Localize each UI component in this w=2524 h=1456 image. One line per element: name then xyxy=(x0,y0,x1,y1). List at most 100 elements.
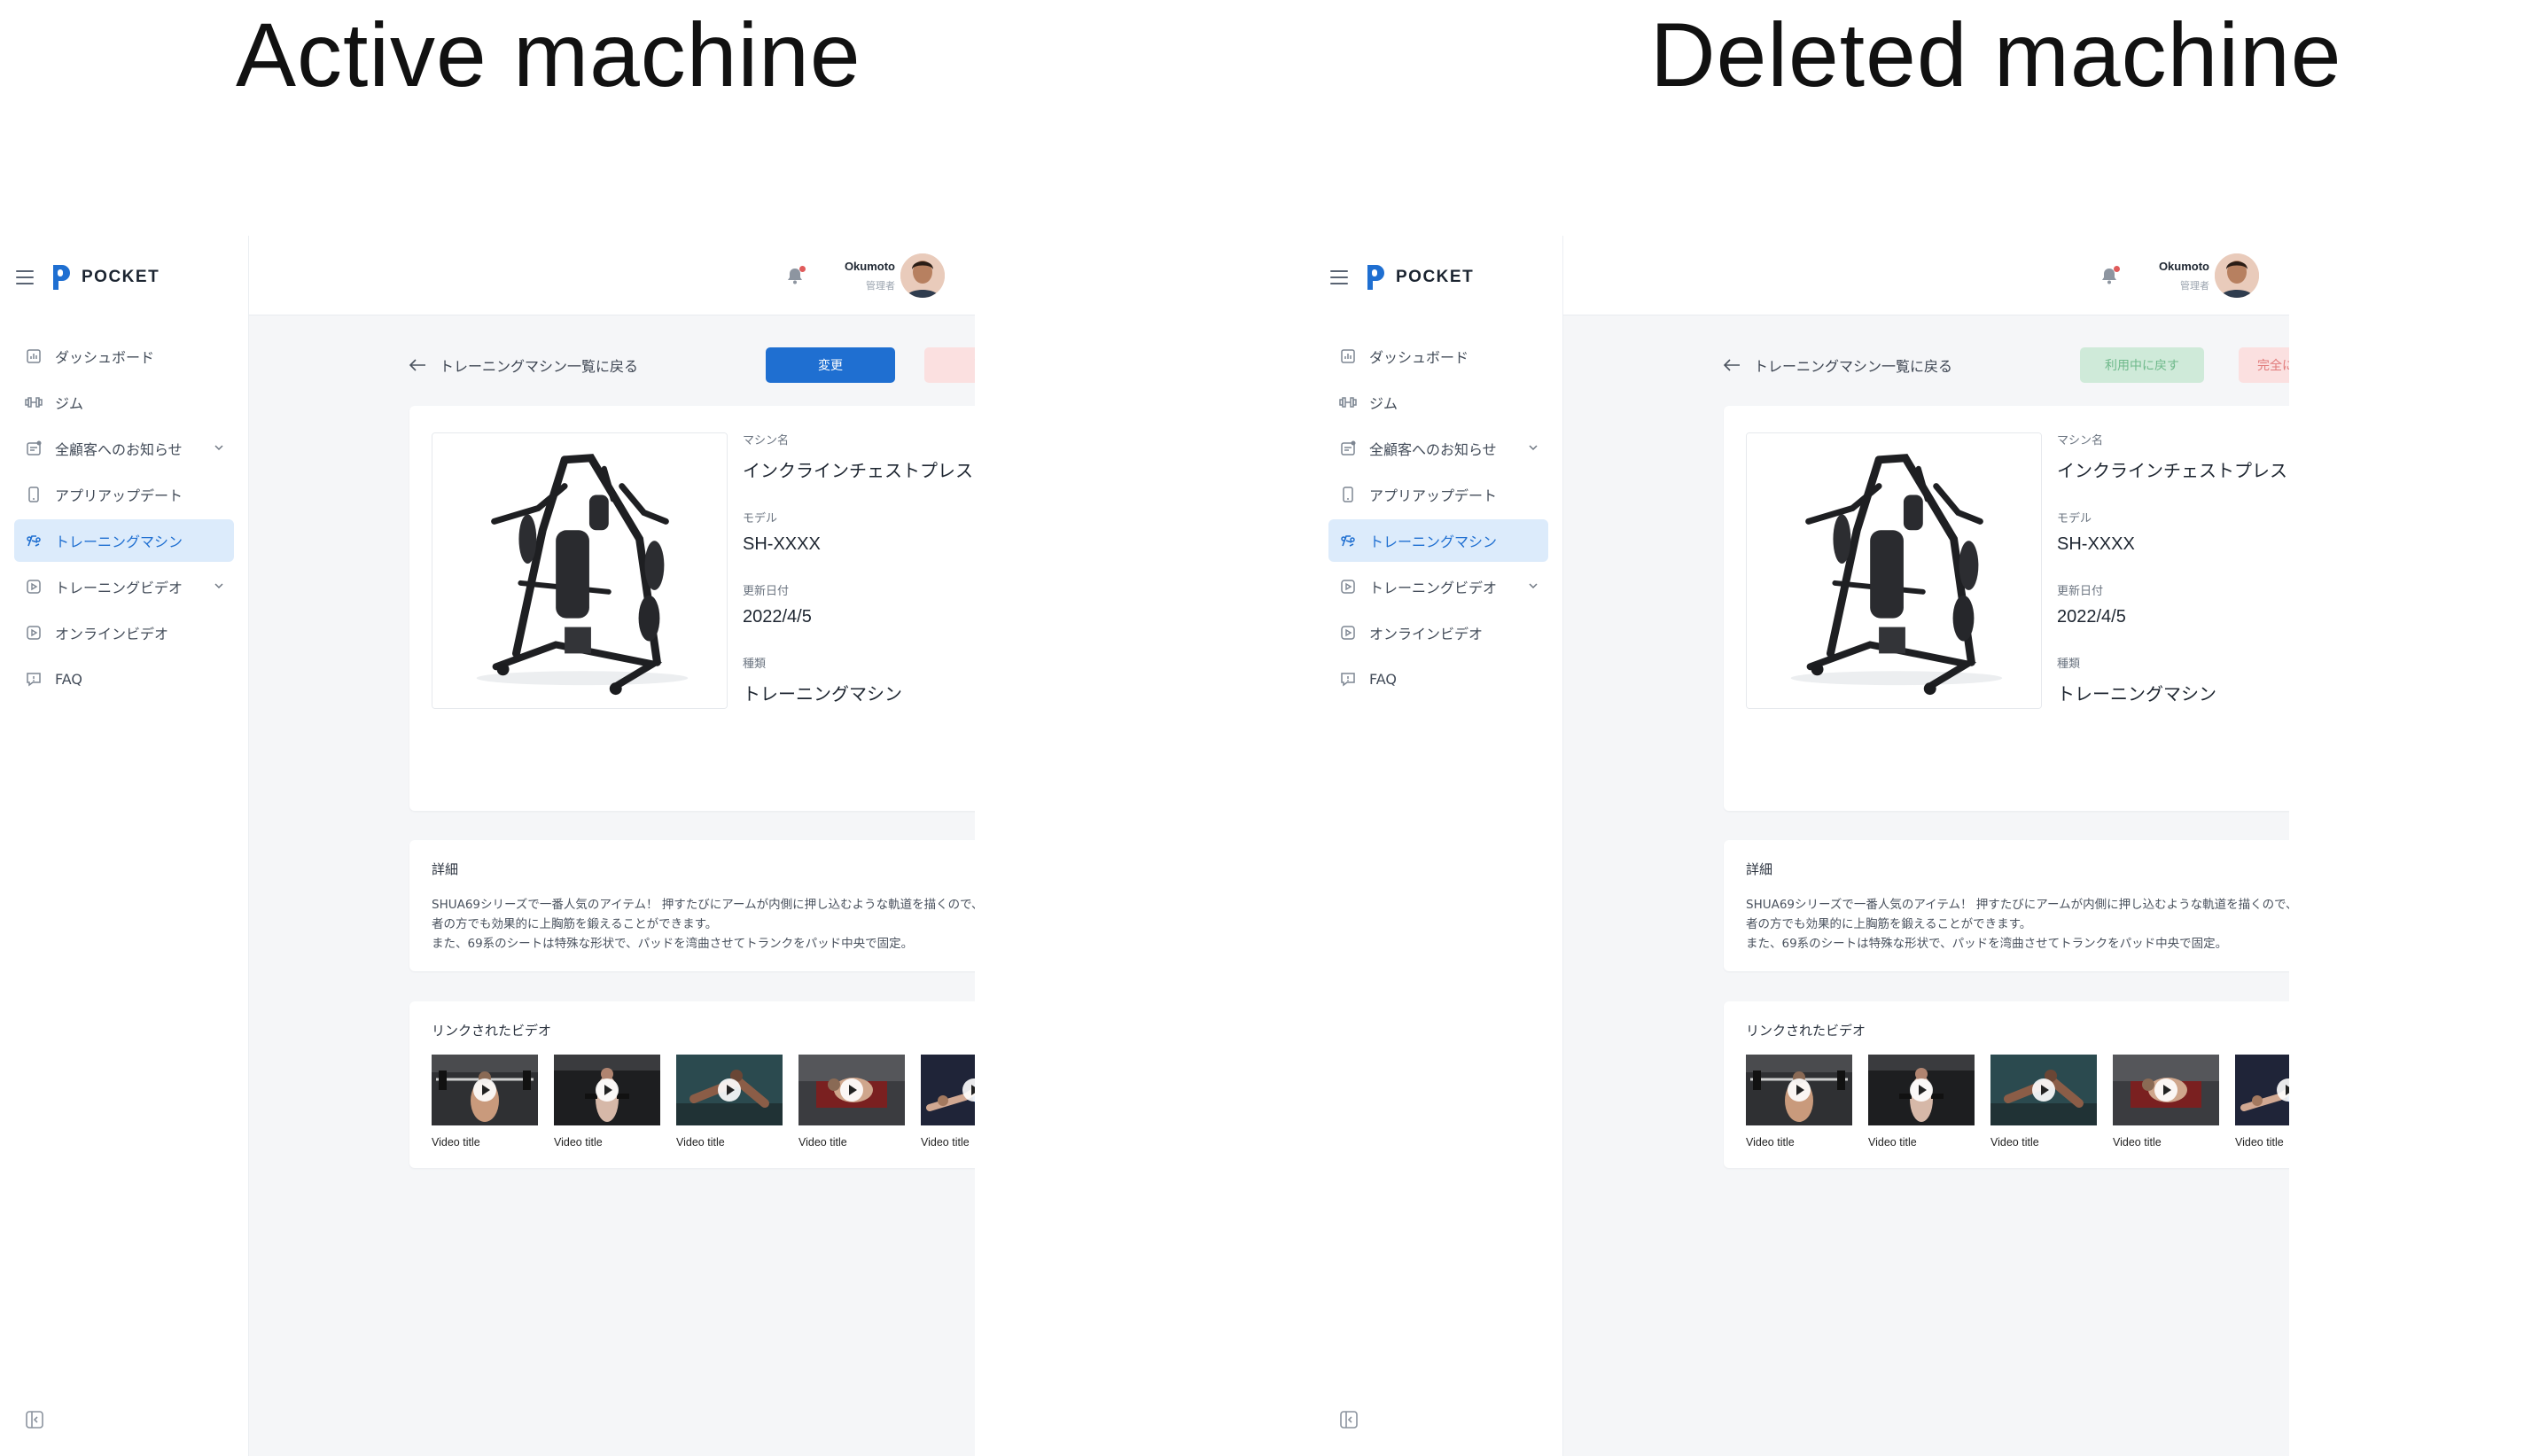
video-thumbnail[interactable] xyxy=(921,1055,975,1125)
sidebar-item-gym[interactable]: ジム xyxy=(1328,381,1548,424)
play-icon[interactable] xyxy=(1788,1078,1811,1102)
sidebar-item-faq[interactable]: FAQ xyxy=(1328,658,1548,700)
sidebar-item-faq[interactable]: FAQ xyxy=(14,658,234,700)
sidebar-item-label: トレーニングビデオ xyxy=(55,580,183,596)
play-icon[interactable] xyxy=(2032,1078,2055,1102)
edit-button[interactable]: 変更 xyxy=(766,347,895,383)
sidebar-item-announcement[interactable]: 全顧客へのお知らせ xyxy=(14,427,234,470)
detail-line: SHUA69シリーズで一番人気のアイテム！ 押すたびにアームが内側に押し込むよう… xyxy=(1746,898,2289,912)
video-thumbnail[interactable] xyxy=(676,1055,783,1125)
video-thumbnail[interactable] xyxy=(554,1055,660,1125)
sidebar-item-machine[interactable]: トレーニングマシン xyxy=(14,519,234,562)
sidebar-item-machine[interactable]: トレーニングマシン xyxy=(1328,519,1548,562)
machine-icon xyxy=(1339,532,1357,549)
play-icon[interactable] xyxy=(2154,1078,2177,1102)
linked-videos-title: リンクされたビデオ xyxy=(1746,1023,1866,1039)
arrow-left-icon xyxy=(1723,359,1740,371)
chevron-down-icon[interactable] xyxy=(1527,580,1539,592)
play-icon[interactable] xyxy=(473,1078,496,1102)
deleted-machine-screen: POCKET ダッシュボード ジム 全顧客へのお知らせ アプリアップデート トレーニング… xyxy=(1314,236,2289,1456)
chevron-down-icon[interactable] xyxy=(1527,441,1539,454)
video-title: Video title xyxy=(1868,1136,1917,1148)
detail-text: SHUA69シリーズで一番人気のアイテム！ 押すたびにアームが内側に押し込むよう… xyxy=(432,895,975,954)
video-item[interactable]: Video title xyxy=(1990,1055,2097,1148)
video-item[interactable]: Video title xyxy=(921,1055,975,1148)
video-thumbnail[interactable] xyxy=(2235,1055,2289,1125)
updated-date-label: 更新日付 xyxy=(2057,585,2104,598)
sidebar-item-phone[interactable]: アプリアップデート xyxy=(14,473,234,516)
video-thumbnail[interactable] xyxy=(1990,1055,2097,1125)
announcement-icon xyxy=(25,440,43,457)
play-icon[interactable] xyxy=(840,1078,863,1102)
video-item[interactable]: Video title xyxy=(432,1055,538,1148)
collapse-sidebar-icon[interactable] xyxy=(25,1410,44,1429)
video-thumbnail[interactable] xyxy=(2113,1055,2219,1125)
user-info[interactable]: Okumoto 管理者 xyxy=(845,260,895,292)
active-machine-screen: POCKET ダッシュボード ジム 全顧客へのお知らせ アプリアップデート トレーニング… xyxy=(0,236,975,1456)
play-icon[interactable] xyxy=(1910,1078,1933,1102)
video-item[interactable]: Video title xyxy=(798,1055,905,1148)
sidebar-item-dashboard[interactable]: ダッシュボード xyxy=(1328,335,1548,378)
sidebar-item-online-video[interactable]: オンラインビデオ xyxy=(1328,611,1548,654)
sidebar-item-label: ジム xyxy=(1369,395,1398,412)
sidebar-item-phone[interactable]: アプリアップデート xyxy=(1328,473,1548,516)
restore-button[interactable]: 利用中に戻す xyxy=(2080,347,2204,383)
video-icon xyxy=(25,578,43,596)
sidebar-item-video[interactable]: トレーニングビデオ xyxy=(14,565,234,608)
video-item[interactable]: Video title xyxy=(1746,1055,1852,1148)
delete-button[interactable]: 削除 xyxy=(924,347,975,383)
delete-permanently-button[interactable]: 完全に削除する xyxy=(2239,347,2289,383)
video-thumbnail[interactable] xyxy=(1746,1055,1852,1125)
play-icon[interactable] xyxy=(718,1078,741,1102)
machine-info-card: マシン名 インクラインチェストプレス モデル SH-XXXX 更新日付 2022… xyxy=(409,406,975,811)
video-title: Video title xyxy=(432,1136,480,1148)
linked-videos-card: リンクされたビデオ Video title Video title Video ti… xyxy=(1724,1001,2289,1168)
user-name: Okumoto xyxy=(844,260,895,273)
video-icon xyxy=(1339,578,1357,596)
updated-date-value: 2022/4/5 xyxy=(2057,607,2126,627)
detail-line: また、69系のシートは特殊な形状で、パッドを湾曲させてトランクをパッド中央で固定… xyxy=(432,937,914,951)
back-to-list-link[interactable]: トレーニングマシン一覧に戻る xyxy=(1722,354,1952,376)
video-title: Video title xyxy=(676,1136,725,1148)
sidebar-item-gym[interactable]: ジム xyxy=(14,381,234,424)
brand: POCKET xyxy=(1330,262,1474,292)
sidebar-item-label: アプリアップデート xyxy=(55,487,183,504)
detail-line: また、69系のシートは特殊な形状で、パッドを湾曲させてトランクをパッド中央で固定… xyxy=(1746,937,2228,951)
video-item[interactable]: Video title xyxy=(676,1055,783,1148)
notification-bell-icon[interactable] xyxy=(2099,266,2120,285)
dashboard-icon xyxy=(25,347,43,365)
sidebar-item-online-video[interactable]: オンラインビデオ xyxy=(14,611,234,654)
play-icon[interactable] xyxy=(596,1078,619,1102)
sidebar-item-dashboard[interactable]: ダッシュボード xyxy=(14,335,234,378)
video-item[interactable]: Video title xyxy=(2113,1055,2219,1148)
sidebar-item-announcement[interactable]: 全顧客へのお知らせ xyxy=(1328,427,1548,470)
video-item[interactable]: Video title xyxy=(1868,1055,1975,1148)
model-value: SH-XXXX xyxy=(2057,534,2135,554)
menu-icon[interactable] xyxy=(16,270,34,284)
notification-badge xyxy=(799,266,806,272)
linked-videos-title: リンクされたビデオ xyxy=(432,1023,552,1039)
collapse-sidebar-icon[interactable] xyxy=(1339,1410,1359,1429)
video-item[interactable]: Video title xyxy=(554,1055,660,1148)
avatar[interactable] xyxy=(900,253,945,298)
video-thumbnail[interactable] xyxy=(432,1055,538,1125)
user-info[interactable]: Okumoto 管理者 xyxy=(2159,260,2209,292)
avatar[interactable] xyxy=(2215,253,2259,298)
sidebar-item-label: トレーニングマシン xyxy=(55,533,183,550)
menu-icon[interactable] xyxy=(1330,270,1348,284)
notification-bell-icon[interactable] xyxy=(785,266,806,285)
notification-badge xyxy=(2114,266,2120,272)
chevron-down-icon[interactable] xyxy=(213,441,225,454)
machine-name-label: マシン名 xyxy=(2057,434,2104,448)
sidebar-nav: ダッシュボード ジム 全顧客へのお知らせアプリアップデート トレーニングマシン トレーニ… xyxy=(14,335,234,704)
video-thumbnail[interactable] xyxy=(1868,1055,1975,1125)
video-thumbnail[interactable] xyxy=(798,1055,905,1125)
chevron-down-icon[interactable] xyxy=(213,580,225,592)
video-item[interactable]: Video title xyxy=(2235,1055,2289,1148)
back-to-list-link[interactable]: トレーニングマシン一覧に戻る xyxy=(408,354,638,376)
sidebar-item-video[interactable]: トレーニングビデオ xyxy=(1328,565,1548,608)
type-value: トレーニングマシン xyxy=(743,683,902,705)
detail-line: 者の方でも効果的に上胸筋を鍛えることができます。 xyxy=(432,917,718,931)
gym-icon xyxy=(1339,393,1357,411)
brand: POCKET xyxy=(16,262,160,292)
